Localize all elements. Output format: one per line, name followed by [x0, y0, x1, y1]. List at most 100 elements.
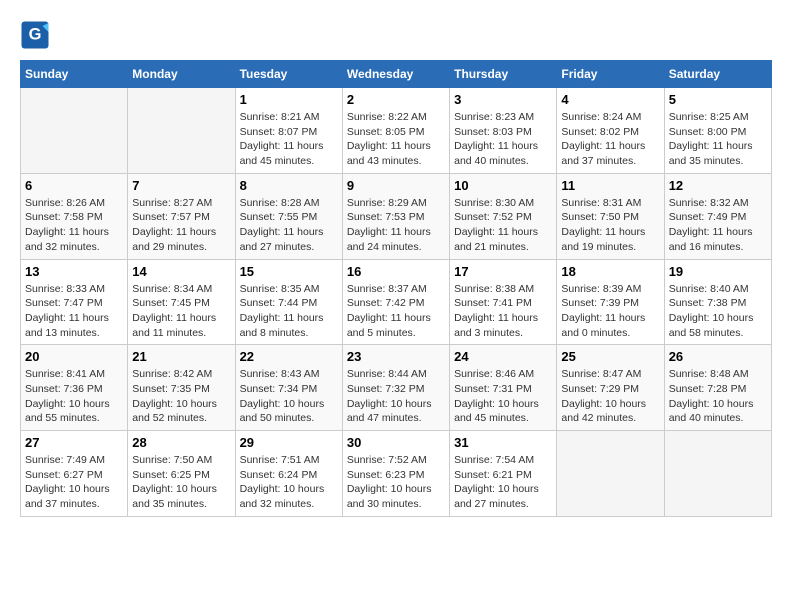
- calendar-week-row: 27 Sunrise: 7:49 AM Sunset: 6:27 PM Dayli…: [21, 431, 772, 517]
- day-number: 11: [561, 178, 659, 193]
- calendar-cell: 31 Sunrise: 7:54 AM Sunset: 6:21 PM Dayli…: [450, 431, 557, 517]
- day-info: Sunrise: 8:25 AM Sunset: 8:00 PM Dayligh…: [669, 110, 767, 169]
- day-info: Sunrise: 8:44 AM Sunset: 7:32 PM Dayligh…: [347, 367, 445, 426]
- weekday-header: Friday: [557, 61, 664, 88]
- day-number: 24: [454, 349, 552, 364]
- calendar-cell: 21Sunrise: 8:42 AM Sunset: 7:35 PM Dayli…: [128, 345, 235, 431]
- day-info: Sunrise: 8:42 AM Sunset: 7:35 PM Dayligh…: [132, 367, 230, 426]
- day-info: Sunrise: 8:29 AM Sunset: 7:53 PM Dayligh…: [347, 196, 445, 255]
- day-number: 14: [132, 264, 230, 279]
- calendar-cell: [128, 88, 235, 174]
- calendar-week-row: 13 Sunrise: 8:33 AM Sunset: 7:47 PM Dayli…: [21, 259, 772, 345]
- calendar-cell: 19 Sunrise: 8:40 AM Sunset: 7:38 PM Dayli…: [664, 259, 771, 345]
- day-number: 18: [561, 264, 659, 279]
- day-number: 9: [347, 178, 445, 193]
- day-number: 31: [454, 435, 552, 450]
- calendar-body: 1Sunrise: 8:21 AM Sunset: 8:07 PM Daylig…: [21, 88, 772, 517]
- day-info: Sunrise: 8:28 AM Sunset: 7:55 PM Dayligh…: [240, 196, 338, 255]
- day-number: 30: [347, 435, 445, 450]
- calendar-week-row: 1Sunrise: 8:21 AM Sunset: 8:07 PM Daylig…: [21, 88, 772, 174]
- day-number: 29: [240, 435, 338, 450]
- day-info: Sunrise: 8:39 AM Sunset: 7:39 PM Dayligh…: [561, 282, 659, 341]
- day-number: 8: [240, 178, 338, 193]
- day-number: 20: [25, 349, 123, 364]
- calendar-table: SundayMondayTuesdayWednesdayThursdayFrid…: [20, 60, 772, 517]
- day-info: Sunrise: 8:32 AM Sunset: 7:49 PM Dayligh…: [669, 196, 767, 255]
- calendar-cell: [557, 431, 664, 517]
- day-info: Sunrise: 8:22 AM Sunset: 8:05 PM Dayligh…: [347, 110, 445, 169]
- day-info: Sunrise: 7:51 AM Sunset: 6:24 PM Dayligh…: [240, 453, 338, 512]
- day-number: 3: [454, 92, 552, 107]
- day-number: 17: [454, 264, 552, 279]
- day-info: Sunrise: 8:26 AM Sunset: 7:58 PM Dayligh…: [25, 196, 123, 255]
- weekday-header: Saturday: [664, 61, 771, 88]
- calendar-cell: 3 Sunrise: 8:23 AM Sunset: 8:03 PM Daylig…: [450, 88, 557, 174]
- day-number: 6: [25, 178, 123, 193]
- calendar-cell: [664, 431, 771, 517]
- day-info: Sunrise: 7:52 AM Sunset: 6:23 PM Dayligh…: [347, 453, 445, 512]
- calendar-cell: 27 Sunrise: 7:49 AM Sunset: 6:27 PM Dayli…: [21, 431, 128, 517]
- day-number: 15: [240, 264, 338, 279]
- day-number: 16: [347, 264, 445, 279]
- day-info: Sunrise: 8:47 AM Sunset: 7:29 PM Dayligh…: [561, 367, 659, 426]
- calendar-cell: 11Sunrise: 8:31 AM Sunset: 7:50 PM Dayli…: [557, 173, 664, 259]
- day-number: 27: [25, 435, 123, 450]
- calendar-cell: 25 Sunrise: 8:47 AM Sunset: 7:29 PM Dayli…: [557, 345, 664, 431]
- day-number: 7: [132, 178, 230, 193]
- calendar-header: SundayMondayTuesdayWednesdayThursdayFrid…: [21, 61, 772, 88]
- day-info: Sunrise: 8:48 AM Sunset: 7:28 PM Dayligh…: [669, 367, 767, 426]
- page-header: G: [20, 20, 772, 50]
- day-info: Sunrise: 8:43 AM Sunset: 7:34 PM Dayligh…: [240, 367, 338, 426]
- day-number: 25: [561, 349, 659, 364]
- calendar-cell: 9 Sunrise: 8:29 AM Sunset: 7:53 PM Daylig…: [342, 173, 449, 259]
- day-info: Sunrise: 8:33 AM Sunset: 7:47 PM Dayligh…: [25, 282, 123, 341]
- weekday-header: Monday: [128, 61, 235, 88]
- day-number: 19: [669, 264, 767, 279]
- day-number: 23: [347, 349, 445, 364]
- day-number: 13: [25, 264, 123, 279]
- day-number: 2: [347, 92, 445, 107]
- day-number: 26: [669, 349, 767, 364]
- weekday-header: Thursday: [450, 61, 557, 88]
- calendar-cell: 13 Sunrise: 8:33 AM Sunset: 7:47 PM Dayli…: [21, 259, 128, 345]
- calendar-cell: 5Sunrise: 8:25 AM Sunset: 8:00 PM Daylig…: [664, 88, 771, 174]
- calendar-week-row: 6 Sunrise: 8:26 AM Sunset: 7:58 PM Daylig…: [21, 173, 772, 259]
- calendar-cell: 18 Sunrise: 8:39 AM Sunset: 7:39 PM Dayli…: [557, 259, 664, 345]
- day-info: Sunrise: 8:46 AM Sunset: 7:31 PM Dayligh…: [454, 367, 552, 426]
- weekday-header: Sunday: [21, 61, 128, 88]
- day-info: Sunrise: 8:30 AM Sunset: 7:52 PM Dayligh…: [454, 196, 552, 255]
- calendar-cell: 29 Sunrise: 7:51 AM Sunset: 6:24 PM Dayli…: [235, 431, 342, 517]
- day-info: Sunrise: 7:50 AM Sunset: 6:25 PM Dayligh…: [132, 453, 230, 512]
- day-number: 10: [454, 178, 552, 193]
- calendar-cell: 10 Sunrise: 8:30 AM Sunset: 7:52 PM Dayli…: [450, 173, 557, 259]
- calendar-cell: 12 Sunrise: 8:32 AM Sunset: 7:49 PM Dayli…: [664, 173, 771, 259]
- calendar-cell: 28 Sunrise: 7:50 AM Sunset: 6:25 PM Dayli…: [128, 431, 235, 517]
- day-info: Sunrise: 8:40 AM Sunset: 7:38 PM Dayligh…: [669, 282, 767, 341]
- day-number: 12: [669, 178, 767, 193]
- calendar-cell: 1Sunrise: 8:21 AM Sunset: 8:07 PM Daylig…: [235, 88, 342, 174]
- calendar-cell: 6 Sunrise: 8:26 AM Sunset: 7:58 PM Daylig…: [21, 173, 128, 259]
- day-info: Sunrise: 8:24 AM Sunset: 8:02 PM Dayligh…: [561, 110, 659, 169]
- calendar-week-row: 20 Sunrise: 8:41 AM Sunset: 7:36 PM Dayli…: [21, 345, 772, 431]
- weekday-header: Tuesday: [235, 61, 342, 88]
- day-number: 22: [240, 349, 338, 364]
- calendar-cell: 26 Sunrise: 8:48 AM Sunset: 7:28 PM Dayli…: [664, 345, 771, 431]
- weekday-row: SundayMondayTuesdayWednesdayThursdayFrid…: [21, 61, 772, 88]
- day-info: Sunrise: 8:23 AM Sunset: 8:03 PM Dayligh…: [454, 110, 552, 169]
- day-info: Sunrise: 8:38 AM Sunset: 7:41 PM Dayligh…: [454, 282, 552, 341]
- weekday-header: Wednesday: [342, 61, 449, 88]
- svg-text:G: G: [29, 26, 42, 44]
- day-info: Sunrise: 8:41 AM Sunset: 7:36 PM Dayligh…: [25, 367, 123, 426]
- calendar-cell: 20 Sunrise: 8:41 AM Sunset: 7:36 PM Dayli…: [21, 345, 128, 431]
- day-number: 28: [132, 435, 230, 450]
- calendar-cell: 7Sunrise: 8:27 AM Sunset: 7:57 PM Daylig…: [128, 173, 235, 259]
- calendar-cell: 22 Sunrise: 8:43 AM Sunset: 7:34 PM Dayli…: [235, 345, 342, 431]
- day-info: Sunrise: 7:49 AM Sunset: 6:27 PM Dayligh…: [25, 453, 123, 512]
- logo: G: [20, 20, 54, 50]
- day-info: Sunrise: 8:37 AM Sunset: 7:42 PM Dayligh…: [347, 282, 445, 341]
- calendar-cell: 15Sunrise: 8:35 AM Sunset: 7:44 PM Dayli…: [235, 259, 342, 345]
- calendar-cell: 30 Sunrise: 7:52 AM Sunset: 6:23 PM Dayli…: [342, 431, 449, 517]
- calendar-cell: 2 Sunrise: 8:22 AM Sunset: 8:05 PM Daylig…: [342, 88, 449, 174]
- day-info: Sunrise: 7:54 AM Sunset: 6:21 PM Dayligh…: [454, 453, 552, 512]
- logo-icon: G: [20, 20, 50, 50]
